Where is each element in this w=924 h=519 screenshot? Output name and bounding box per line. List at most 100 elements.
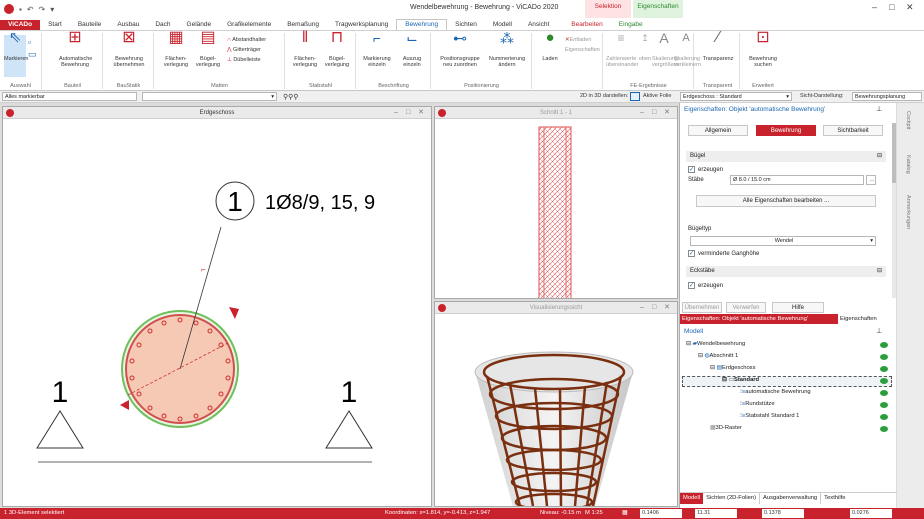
side-tab-cockpit[interactable]: Cockpit — [905, 111, 911, 129]
select-area-icon[interactable]: ▭ — [28, 49, 37, 60]
plan-canvas[interactable]: 1 1Ø8/9, 15, 9 ⌐ 1 1 — [3, 119, 431, 506]
buegeltyp-select[interactable]: Wendel ▾ — [690, 236, 876, 246]
uebernehmen-button[interactable]: Übernehmen — [682, 302, 722, 313]
flaechenverlegung-stab-button[interactable]: ‖ Flächen-verlegung — [290, 30, 320, 69]
tab-props-object[interactable]: Eigenschaften: Objekt 'automatische Bewe… — [680, 314, 838, 324]
tab-ausgaben-panel[interactable]: Ausgabenverwaltung — [760, 493, 822, 504]
status-field-3[interactable]: 0.1378 — [762, 509, 804, 518]
tab-sichten-panel[interactable]: Sichten (2D-Folien) — [703, 493, 761, 504]
oben-button[interactable]: ↥ oben — [638, 34, 652, 63]
tab-allgemein[interactable]: Allgemein — [688, 125, 748, 136]
fe-eigenschaften-button[interactable]: Eigenschaften — [565, 47, 600, 53]
auszug-einzeln-button[interactable]: ⌙ Auszug einzeln — [397, 31, 427, 68]
status-field-4[interactable]: 0.0276 — [850, 509, 892, 518]
status-grid-icon[interactable]: ▦ — [622, 508, 627, 519]
tab-grafikelemente[interactable]: Grafikelemente — [219, 20, 279, 30]
undo-icon[interactable]: ↶ — [27, 5, 34, 14]
collapse-icon[interactable]: ⊟ — [877, 266, 882, 277]
window-controls[interactable]: – □ ✕ — [640, 107, 673, 119]
tab-texthilfe-panel[interactable]: Texthilfe — [821, 493, 848, 504]
expand-icon[interactable]: ⊟ — [710, 365, 715, 371]
flaechenverlegung-matten-button[interactable]: ▦ Flächen-verlegung — [161, 30, 191, 69]
tab-sichten[interactable]: Sichten — [447, 20, 485, 30]
positionsgruppe-button[interactable]: ⊷ Positionsgruppe neu zuordnen — [436, 31, 484, 68]
buegelverlegung-matten-button[interactable]: ▤ Bügel-verlegung — [193, 30, 223, 69]
section-marker-right[interactable] — [325, 410, 373, 449]
tab-bewehrung-props[interactable]: Bewehrung — [756, 125, 816, 136]
layer-toggle-icon[interactable] — [630, 92, 640, 101]
erzeugen-row[interactable]: ✓ erzeugen — [688, 166, 723, 173]
window-visual-titlebar[interactable]: Visualisierungssicht – □ ✕ — [435, 302, 677, 314]
redo-icon[interactable]: ↷ — [39, 5, 46, 14]
status-field-1[interactable]: 0.1406 — [640, 509, 682, 518]
eye-icon[interactable] — [880, 414, 888, 420]
select-window-icon[interactable]: ▫ — [28, 37, 31, 47]
tree-item[interactable]: ⊟ ▰Wendelbewehrung — [686, 341, 745, 347]
tab-bearbeiten[interactable]: Bearbeiten — [563, 20, 610, 30]
tree-item[interactable]: ⊟ ▭Standard — [722, 377, 759, 383]
props-scroll-thumb[interactable] — [892, 123, 896, 183]
erzeugen2-row[interactable]: ✓ erzeugen — [688, 282, 723, 289]
transparenz-button[interactable]: ∕ Transparenz — [700, 30, 736, 63]
eye-icon[interactable] — [880, 426, 888, 432]
section-canvas[interactable] — [435, 119, 677, 298]
tree-item[interactable]: ⁝≡Stabstahl Standard 1 — [740, 413, 799, 419]
eye-icon[interactable] — [880, 402, 888, 408]
expand-icon[interactable]: ⊟ — [698, 353, 703, 359]
window-schnitt-titlebar[interactable]: Schnitt 1 - 1 – □ ✕ — [435, 107, 677, 119]
expand-icon[interactable]: ⊟ — [686, 341, 691, 347]
minimize-icon[interactable]: – — [872, 2, 877, 12]
eye-icon[interactable] — [880, 366, 888, 372]
tab-modell-panel[interactable]: Modell — [680, 493, 704, 504]
auto-bewehrung-button[interactable]: ⊞ Automatische Bewehrung — [59, 30, 92, 69]
section-marker-left[interactable] — [36, 410, 84, 449]
window-controls[interactable]: – □ ✕ — [394, 107, 427, 119]
section-eckstaebe[interactable]: Eckstäbe ⊟ — [686, 266, 886, 277]
maximize-icon[interactable]: □ — [889, 2, 894, 12]
expand-icon[interactable]: ⊟ — [722, 377, 727, 383]
bewehrung-suchen-button[interactable]: ⊡ Bewehrung suchen — [745, 30, 781, 69]
tab-modell[interactable]: Modell — [485, 20, 520, 30]
abstandhalter-button[interactable]: ∩ Abstandhalter — [227, 37, 266, 43]
alle-eigenschaften-button[interactable]: Alle Eigenschaften bearbeiten ... — [696, 195, 876, 207]
zahlenwerte-button[interactable]: ≡ Zahlenwerte übereinander — [606, 32, 638, 68]
verwerfen-button[interactable]: Verwerfen — [726, 302, 766, 313]
duebelleiste-button[interactable]: ⊥ Dübelleiste — [227, 57, 261, 63]
staebe-browse-button[interactable]: … — [866, 175, 876, 185]
skalierung-verkl-button[interactable]: A Skalierung verkleinern — [674, 33, 701, 69]
checkbox-checked-icon[interactable]: ✓ — [688, 250, 695, 257]
window-schnitt[interactable]: Schnitt 1 - 1 – □ ✕ — [434, 106, 678, 299]
pin-icon[interactable]: ⊥ — [876, 105, 882, 113]
checkbox-checked-icon[interactable]: ✓ — [688, 166, 695, 173]
status-scale[interactable]: M 1:25 — [585, 508, 603, 519]
bewehrung-uebernehmen-button[interactable]: ⊠ Bewehrung übernehmen — [112, 30, 146, 69]
window-erdgeschoss[interactable]: Erdgeschoss – □ ✕ 1 1Ø8/9, 15, 9 ⌐ 1 1 — [2, 106, 432, 507]
side-tab-anmerkungen[interactable]: Anmerkungen — [905, 195, 911, 229]
laden-button[interactable]: ● Laden — [537, 30, 563, 62]
tab-props-generic[interactable]: Eigenschaften — [840, 314, 877, 324]
section-buegel[interactable]: Bügel ⊟ — [686, 151, 886, 162]
tree-item[interactable]: ⁝≡Rundstütze — [740, 401, 775, 407]
collapse-icon[interactable]: ⊟ — [877, 151, 882, 162]
tree-item[interactable]: ⊟ ◍Abschnitt 1 — [698, 353, 738, 359]
tree-item[interactable]: ⁝≡automatische Bewehrung — [740, 389, 811, 395]
eye-icon[interactable] — [880, 378, 888, 384]
eye-icon[interactable] — [880, 390, 888, 396]
tab-bewehrung[interactable]: Bewehrung — [396, 19, 448, 30]
checkbox-checked-icon[interactable]: ✓ — [688, 282, 695, 289]
pin-icon[interactable]: ⊥ — [876, 327, 882, 335]
props-scrollbar[interactable] — [892, 123, 896, 298]
window-visual[interactable]: Visualisierungssicht – □ ✕ — [434, 301, 678, 507]
tab-start[interactable]: Start — [40, 20, 70, 30]
status-field-2[interactable]: 11.31 — [695, 509, 737, 518]
hilfe-button[interactable]: Hilfe — [772, 302, 824, 313]
gittertraeger-button[interactable]: ⋀ Gitterträger — [227, 47, 261, 53]
sicht-combobox[interactable]: Bewehrungsplanung — [852, 92, 922, 101]
tree-item[interactable]: ⊟ ▤Erdgeschoss — [710, 365, 755, 371]
filter-combobox[interactable]: Alles markierbar — [2, 92, 137, 101]
tree-item-selected[interactable] — [682, 376, 892, 387]
tab-eingabe[interactable]: Eingabe — [611, 20, 651, 30]
markierung-einzeln-button[interactable]: ⌐ Markierung einzeln — [359, 31, 395, 68]
folie-combobox[interactable]: Erdgeschoss : Standard ▾ — [680, 92, 792, 101]
save-icon[interactable]: ▪ — [19, 5, 22, 14]
